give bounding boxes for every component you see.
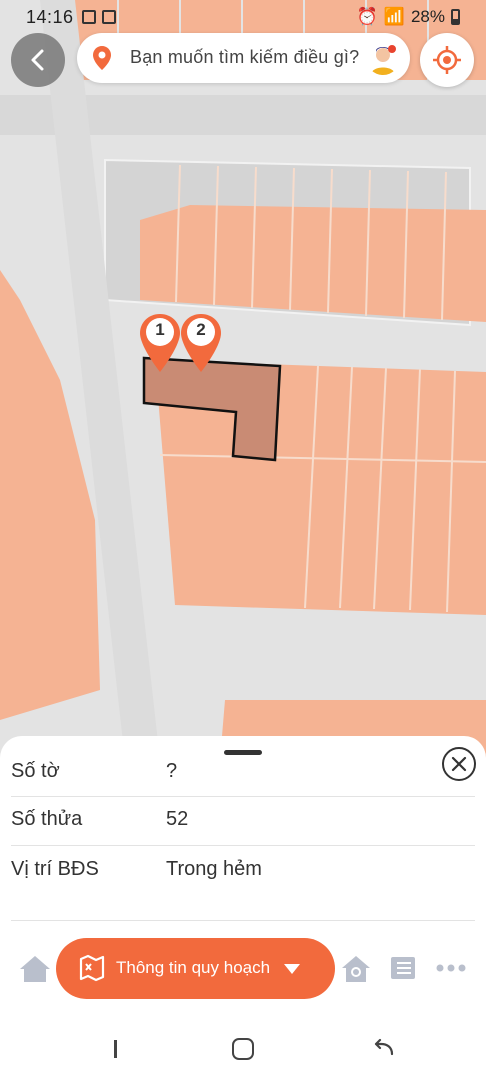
chevron-left-icon [31, 49, 44, 71]
status-bar: 14:16 ⏰ 📶 28% [0, 0, 486, 36]
divider [11, 845, 475, 846]
recents-button[interactable] [114, 1040, 117, 1058]
more-icon[interactable] [436, 960, 466, 978]
planning-info-label: Thông tin quy hoạch [116, 958, 271, 977]
close-button[interactable] [442, 747, 476, 781]
row-value: Trong hẻm [166, 858, 262, 880]
row-parcel-number: Số thửa 52 [11, 808, 475, 856]
search-input[interactable]: Bạn muốn tìm kiếm điều gì? [130, 47, 375, 68]
row-value: ? [166, 760, 178, 782]
wifi-icon: 📶 [383, 7, 405, 26]
row-value: 52 [166, 808, 189, 830]
sheet-drag-handle[interactable] [224, 750, 262, 755]
planning-map-icon [78, 954, 106, 987]
location-pin-icon [92, 45, 112, 76]
back-arrow-icon [374, 1038, 394, 1056]
alarm-icon: ⏰ [356, 7, 378, 26]
battery-percent: 28% [410, 7, 445, 26]
caret-down-icon [284, 964, 300, 974]
status-right: ⏰ 📶 28% [357, 7, 460, 27]
close-icon [451, 756, 467, 772]
search-bar[interactable]: Bạn muốn tìm kiếm điều gì? [77, 33, 410, 83]
house-search-icon[interactable] [340, 954, 372, 989]
avatar[interactable] [366, 41, 400, 75]
crosshair-icon [433, 46, 461, 74]
map-marker-2[interactable]: 2 [179, 312, 223, 374]
app-notification-icon [102, 10, 116, 24]
divider [11, 796, 475, 797]
back-button[interactable] [11, 33, 65, 87]
notification-icons [82, 10, 116, 24]
map-marker-1[interactable]: 1 [138, 312, 182, 374]
row-label: Số tờ [11, 760, 60, 782]
divider [11, 920, 475, 921]
back-gesture-button[interactable] [372, 1038, 396, 1065]
my-location-button[interactable] [420, 33, 474, 87]
row-map-sheet: Số tờ ? [11, 758, 475, 806]
planning-info-button[interactable]: Thông tin quy hoạch [56, 938, 335, 999]
status-time: 14:16 [26, 7, 74, 27]
system-nav-bar [0, 1010, 486, 1080]
row-label: Số thửa [11, 808, 83, 830]
row-location: Vị trí BĐS Trong hẻm [11, 858, 475, 906]
marker-1-label: 1 [155, 320, 165, 339]
row-label: Vị trí BĐS [11, 858, 99, 880]
home-button[interactable] [232, 1038, 254, 1060]
marker-2-label: 2 [196, 320, 206, 339]
home-icon[interactable] [18, 954, 52, 989]
news-icon[interactable] [389, 954, 417, 987]
image-notification-icon [82, 10, 96, 24]
battery-icon [451, 9, 460, 25]
